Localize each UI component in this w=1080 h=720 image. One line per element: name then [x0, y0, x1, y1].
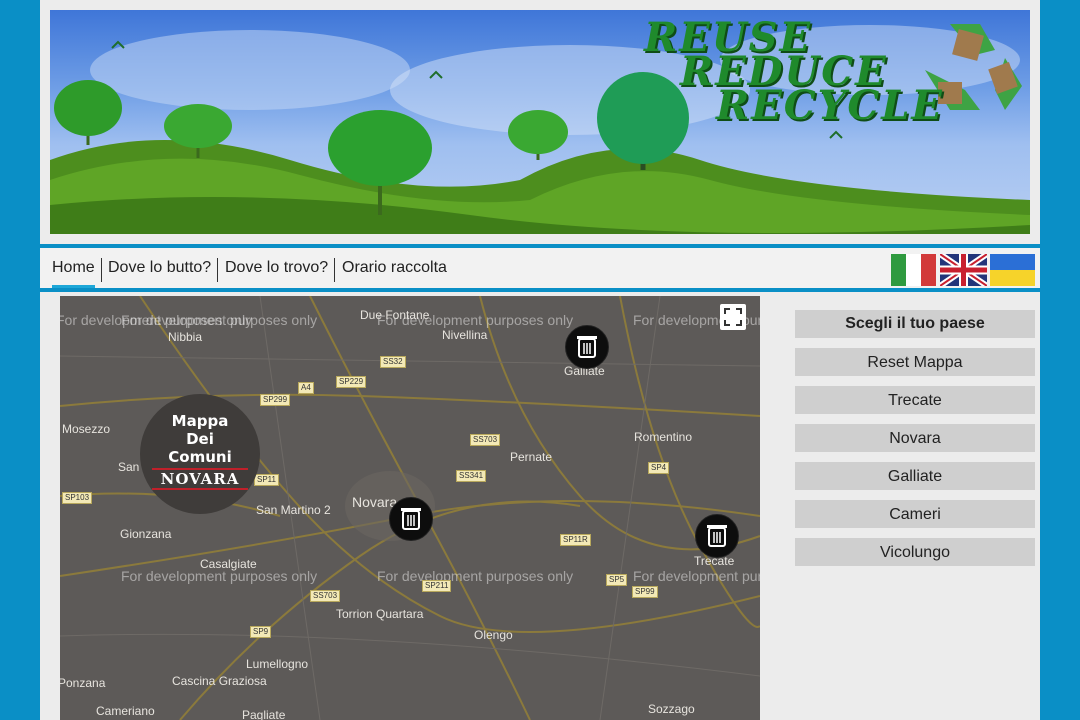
map-place-label: Sozzago [648, 702, 695, 716]
map-place-label: Torrion Quartara [336, 607, 424, 621]
road-badge: SP299 [260, 394, 291, 406]
main-nav: Home Dove lo butto? Dove lo trovo? Orari… [40, 244, 1040, 292]
town-button-novara[interactable]: Novara [795, 424, 1035, 452]
map-logo-line: Comuni [168, 448, 232, 466]
bin-marker-icon[interactable] [389, 497, 433, 541]
map-place-label: Cameriano [96, 704, 155, 718]
map-place-label: Ponzana [60, 676, 106, 690]
bin-marker-icon[interactable] [565, 325, 609, 369]
map-place-label: Cascina Graziosa [172, 674, 267, 688]
map-view[interactable]: For development purposes only For develo… [60, 296, 760, 720]
flag-italy-icon[interactable] [891, 254, 936, 286]
fullscreen-button[interactable] [720, 304, 746, 330]
map-place-label: Pagliate [242, 708, 286, 720]
map-place-label: Nivellina [442, 328, 488, 342]
map-place-label: Casalgiate [200, 557, 257, 571]
reset-map-button[interactable]: Reset Mappa [795, 348, 1035, 376]
map-place-label: San Martino 2 [256, 503, 331, 517]
dev-watermark: For development purposes only [121, 312, 318, 328]
banner-slogan-recycle: RECYCLE [716, 82, 944, 129]
nav-item-dove-lo-trovo[interactable]: Dove lo trovo? [219, 258, 336, 282]
town-button-cameri[interactable]: Cameri [795, 500, 1035, 528]
flag-uk-icon[interactable] [940, 254, 987, 286]
flag-ukraine-icon[interactable] [990, 254, 1035, 286]
map-place-label: Pernate [510, 450, 553, 464]
road-badge: SP9 [250, 626, 272, 638]
road-badge: SP99 [632, 586, 658, 598]
nav-item-home[interactable]: Home [46, 258, 102, 288]
map-logo-badge: Mappa Dei Comuni NOVARA [140, 394, 260, 514]
road-badge: SS341 [456, 470, 487, 482]
town-selector-title: Scegli il tuo paese [795, 310, 1035, 338]
road-badge: SS703 [470, 434, 501, 446]
map-logo-line: Mappa [171, 412, 229, 430]
town-button-galliate[interactable]: Galliate [795, 462, 1035, 490]
nav-item-orario-raccolta[interactable]: Orario raccolta [336, 258, 453, 282]
map-logo-line: Dei [186, 430, 214, 448]
road-badge: SP211 [422, 580, 452, 592]
map-place-label: Nibbia [168, 330, 203, 344]
dev-watermark: For development purposes only [633, 568, 760, 584]
map-place-label: Due Fontane [360, 308, 430, 322]
town-button-trecate[interactable]: Trecate [795, 386, 1035, 414]
road-badge: SS703 [310, 590, 341, 602]
map-place-label: Mosezzo [62, 422, 111, 436]
map-place-label: Novara [352, 494, 398, 510]
nav-item-dove-lo-butto[interactable]: Dove lo butto? [102, 258, 219, 282]
map-place-label: Gionzana [120, 527, 172, 541]
road-badge: SP4 [648, 462, 670, 474]
road-badge: SP11R [560, 534, 591, 546]
road-badge: SP103 [62, 492, 93, 504]
town-button-vicolungo[interactable]: Vicolungo [795, 538, 1035, 566]
dev-watermark: For development purposes only [377, 568, 574, 584]
header-banner: REUSE REDUCE RECYCLE [50, 10, 1030, 234]
page-container: REUSE REDUCE RECYCLE Home Dove lo butto?… [40, 0, 1040, 720]
road-badge: A4 [298, 382, 314, 394]
map-place-label: Lumellogno [246, 657, 309, 671]
road-badge: SP229 [336, 376, 367, 388]
road-badge: SS32 [380, 356, 406, 368]
map-logo-city: NOVARA [152, 468, 248, 490]
bin-marker-icon[interactable] [695, 514, 739, 558]
map-place-label: Romentino [634, 430, 693, 444]
road-badge: SP11 [254, 474, 279, 486]
road-badge: SP5 [606, 574, 628, 586]
map-place-label: Olengo [474, 628, 513, 642]
fullscreen-icon [724, 308, 742, 326]
